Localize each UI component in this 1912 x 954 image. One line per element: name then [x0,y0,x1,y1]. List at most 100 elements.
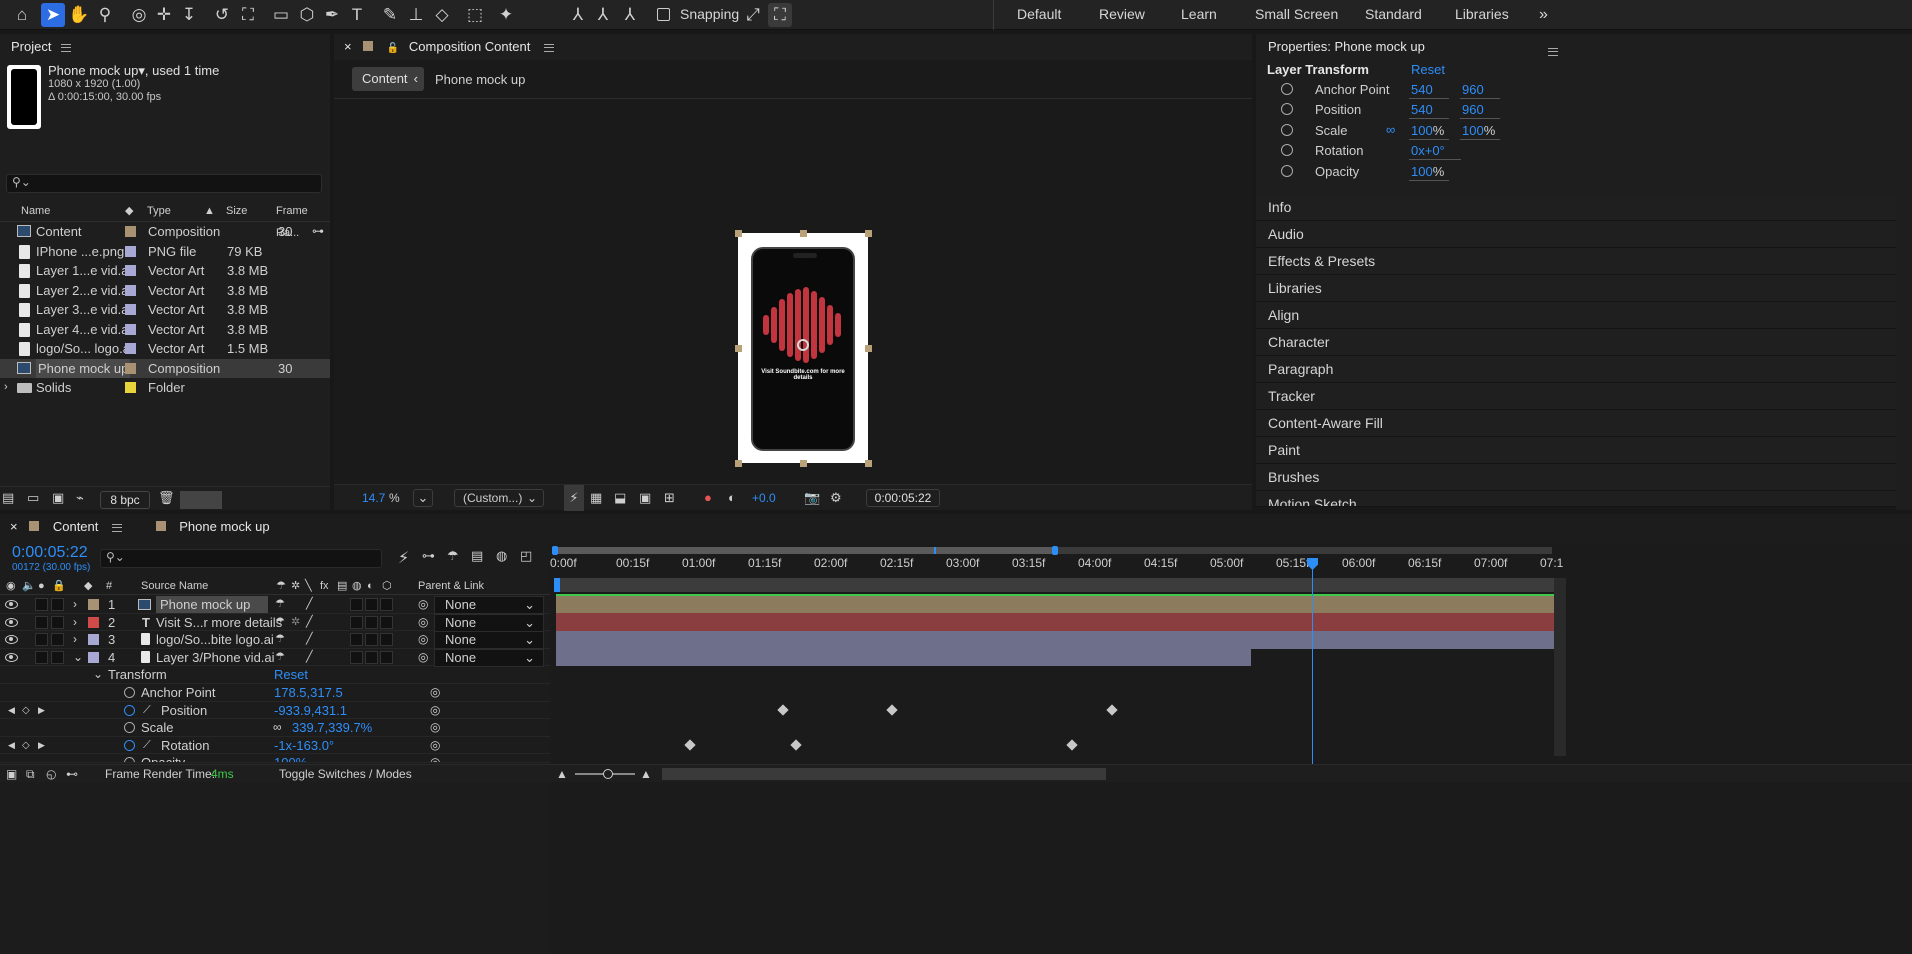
shy-switch-icon[interactable]: ☂ [275,631,285,648]
constrain-proportions-icon[interactable]: ∞ [1386,122,1395,137]
zoom-in-icon[interactable]: ▲ [640,765,652,783]
flowchart-icon[interactable]: ⌁ [76,490,84,506]
label-swatch[interactable] [125,265,136,276]
label-swatch[interactable] [125,304,136,315]
label-swatch[interactable] [125,362,136,374]
col-size[interactable]: Size [226,200,247,222]
draft-3d-icon[interactable]: ⚡ [398,548,409,568]
snapshot-icon[interactable]: 📷 [804,485,820,511]
mask-visibility-icon[interactable]: ⬓ [614,485,626,511]
layer-name[interactable]: Phone mock up [156,596,268,613]
transform-reset-link[interactable]: Reset [274,666,308,683]
graph-icon[interactable]: ⟋ [143,737,151,754]
exposure-value[interactable]: +0.0 [752,485,776,511]
panel-audio[interactable]: Audio [1256,221,1896,248]
switch-box[interactable] [380,633,393,646]
expression-pick-whip-icon[interactable]: ◎ [430,719,440,736]
expression-pick-whip-icon[interactable]: ◎ [430,754,440,762]
transform-property-row[interactable]: ◀ ◇ ▶ ⟋ Rotation -1x-163.0° ◎ [0,737,550,754]
snapping-checkbox[interactable] [657,8,670,21]
right-scrollbar[interactable] [1896,34,1912,510]
panel-tracker[interactable]: Tracker [1256,383,1896,410]
solo-checkbox[interactable] [35,615,48,629]
switch-box[interactable] [350,598,363,611]
home-icon[interactable]: ⌂ [10,3,34,27]
stopwatch-icon[interactable] [124,757,135,762]
visibility-eye-icon[interactable] [5,600,18,609]
transform-handle[interactable] [865,345,872,352]
label-swatch[interactable] [125,323,136,335]
region-of-interest-icon[interactable]: ▣ [639,485,651,511]
visibility-eye-icon[interactable] [5,635,18,644]
panel-paint[interactable]: Paint [1256,437,1896,464]
next-keyframe-icon[interactable]: ▶ [38,702,45,719]
timeline-hscroll[interactable] [662,768,1106,780]
prop-scale-x[interactable]: 100 [1411,123,1433,138]
solo-checkbox[interactable] [35,598,48,611]
breadcrumb-phone[interactable]: Phone mock up [435,72,525,87]
panel-menu-icon[interactable] [61,43,72,52]
work-area-end-handle[interactable] [1052,546,1058,555]
transform-group-row[interactable]: ⌄ Transform Reset [0,666,550,684]
snap-edges-icon[interactable]: ⤢ [741,3,765,27]
label-swatch[interactable] [125,226,136,237]
frame-blending-icon[interactable]: ▤ [471,548,483,564]
stopwatch-icon[interactable] [124,704,135,716]
quality-switch-icon[interactable]: ╱ [306,596,313,613]
expression-pick-whip-icon[interactable]: ◎ [430,684,440,701]
toggle-switches-modes[interactable]: Toggle Switches / Modes [279,765,412,783]
project-item[interactable]: Layer 3...e vid.ai Vector Art 3.8 MB [0,300,330,319]
panel-libraries[interactable]: Libraries [1256,275,1896,302]
prop-scale-y[interactable]: 100 [1462,123,1484,138]
expression-pick-whip-icon[interactable]: ◎ [430,702,440,719]
layer-bar-1[interactable] [556,596,1554,614]
zoom-slider-thumb[interactable] [603,769,613,779]
transform-handle[interactable] [865,230,872,237]
new-composition-icon[interactable]: ▣ [52,490,64,506]
shy-switch-icon[interactable]: ☂ [275,614,285,631]
stopwatch-icon[interactable] [124,722,135,733]
grid-guides-icon[interactable]: ⊞ [664,485,675,511]
local-axis-mode-icon[interactable]: ⅄ [566,3,590,27]
resolution-dropdown[interactable]: (Custom...) ⌄ [454,489,544,507]
transform-property-row[interactable]: Opacity 100% ◎ [0,754,550,763]
chevron-right-icon[interactable]: › [73,596,77,613]
composition-flowchart-icon[interactable]: ⊶ [422,548,435,564]
label-swatch[interactable] [125,343,136,354]
close-icon[interactable]: × [344,39,352,54]
tab-content[interactable]: Content [53,519,99,534]
parent-dropdown[interactable]: None ⌄ [434,648,544,667]
switch-box[interactable] [365,650,378,664]
clone-stamp-tool-icon[interactable]: ⊥ [404,3,428,27]
col-name[interactable]: Name [21,200,50,222]
layer-row[interactable]: › 3 logo/So...bite logo.ai ☂ ╱ ◎ None ⌄ [0,631,550,649]
stopwatch-icon[interactable] [124,687,135,698]
parent-dropdown[interactable]: None ⌄ [434,613,544,632]
transform-handle[interactable] [735,230,742,237]
timeline-zoom-slider[interactable] [575,769,635,779]
panel-menu-icon[interactable] [543,43,554,52]
world-axis-mode-icon[interactable]: ⅄ [591,3,615,27]
solo-checkbox[interactable] [35,633,48,646]
time-navigator[interactable] [554,578,1554,592]
selection-tool-icon[interactable]: ➤ [41,3,65,27]
stopwatch-icon[interactable] [1281,165,1293,177]
next-keyframe-icon[interactable]: ▶ [38,737,45,754]
property-value[interactable]: -1x-163.0° [274,737,334,754]
chevron-right-icon[interactable]: › [73,614,77,631]
pick-whip-icon[interactable]: ◎ [418,649,428,666]
quality-switch-icon[interactable]: ╱ [306,631,313,648]
lock-checkbox[interactable] [51,633,64,646]
zoom-value[interactable]: 14.7 [362,485,385,511]
work-area-range[interactable] [554,547,1054,554]
property-value[interactable]: 100% [274,754,307,762]
property-value[interactable]: 178.5,317.5 [274,684,343,701]
show-snapshot-icon[interactable]: ⚙ [830,485,842,511]
transform-handle[interactable] [865,460,872,467]
rectangle-tool-icon[interactable]: ▭ [269,3,293,27]
type-tool-icon[interactable]: T [345,3,369,27]
roto-brush-tool-icon[interactable]: ⬚ [463,3,487,27]
prop-anchor-x[interactable]: 540 [1411,82,1433,97]
project-item[interactable]: Layer 4...e vid.ai Vector Art 3.8 MB [0,320,330,339]
project-item[interactable]: Layer 1...e vid.ai Vector Art 3.8 MB [0,261,330,280]
